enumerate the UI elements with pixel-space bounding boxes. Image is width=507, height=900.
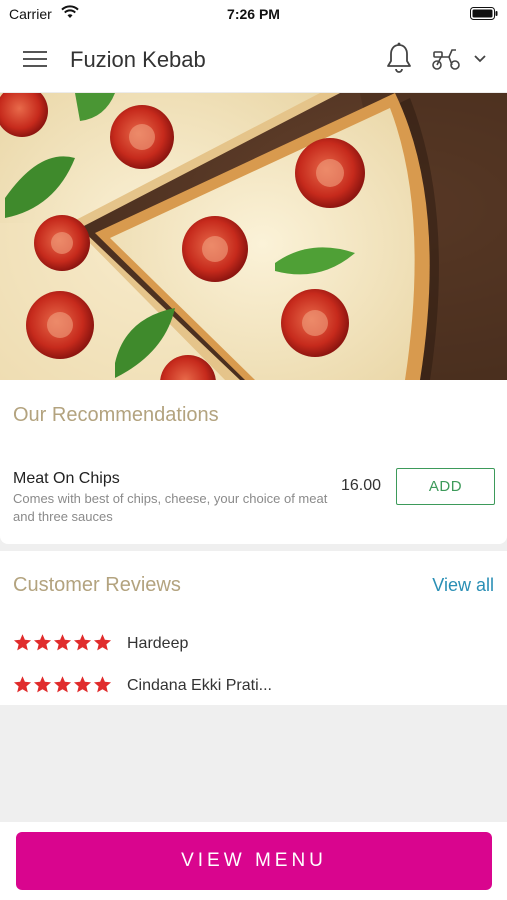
- view-all-link[interactable]: View all: [432, 575, 494, 596]
- review-item[interactable]: Hardeep: [13, 633, 493, 657]
- app-title: Fuzion Kebab: [70, 47, 206, 72]
- star-icon: [73, 676, 92, 693]
- reviewer-name: Hardeep: [127, 635, 189, 652]
- recommendations-title: Our Recommendations: [13, 404, 219, 426]
- star-icon: [13, 634, 32, 651]
- status-time: 7:26 PM: [227, 6, 280, 22]
- recommendations-card: Our Recommendations Meat On Chips Comes …: [0, 380, 507, 544]
- bottom-bar: VIEW MENU: [0, 822, 507, 900]
- status-bar: Carrier 7:26 PM: [0, 0, 507, 28]
- item-name[interactable]: Meat On Chips: [13, 470, 120, 488]
- star-icon: [53, 634, 72, 651]
- hero-banner: [0, 93, 507, 380]
- star-icon: [13, 676, 32, 693]
- battery-icon: [470, 7, 498, 20]
- view-menu-button[interactable]: VIEW MENU: [16, 832, 492, 890]
- reviews-title: Customer Reviews: [13, 574, 181, 596]
- add-button[interactable]: ADD: [396, 468, 495, 505]
- star-icon: [33, 676, 52, 693]
- reviews-card: Customer Reviews View all Hardeep Cindan…: [0, 551, 507, 705]
- item-price: 16.00: [341, 477, 382, 494]
- bell-icon[interactable]: [385, 42, 413, 74]
- menu-icon[interactable]: [22, 48, 48, 70]
- star-icon: [93, 676, 112, 693]
- app-header: Fuzion Kebab: [0, 28, 507, 93]
- chevron-down-icon[interactable]: [473, 54, 487, 63]
- star-icon: [93, 634, 112, 651]
- star-rating: [13, 675, 112, 694]
- star-icon: [73, 634, 92, 651]
- reviewer-name: Cindana Ekki Prati...: [127, 677, 272, 694]
- pizza-image: [0, 93, 507, 380]
- star-icon: [53, 676, 72, 693]
- star-icon: [33, 634, 52, 651]
- item-description: Comes with best of chips, cheese, your c…: [13, 491, 328, 524]
- star-rating: [13, 633, 112, 652]
- review-item[interactable]: Cindana Ekki Prati...: [13, 675, 493, 699]
- scooter-icon[interactable]: [430, 46, 462, 72]
